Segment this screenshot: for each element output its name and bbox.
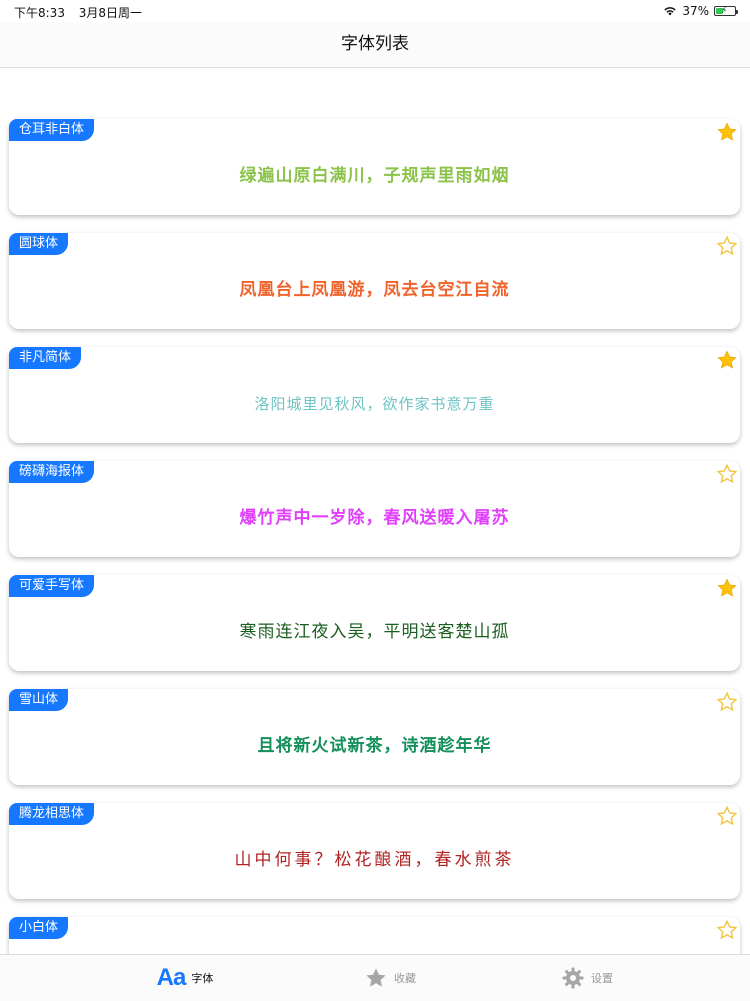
font-name-tag: 小白体 xyxy=(9,917,69,939)
font-card[interactable]: 腾龙相思体 山中何事？松花酿酒，春水煎茶 xyxy=(9,803,740,899)
tab-settings-label: 设置 xyxy=(591,972,613,985)
font-name-tag: 雪山体 xyxy=(9,689,69,711)
font-name-tag: 仓耳非白体 xyxy=(9,119,95,141)
font-card[interactable]: 非凡简体 洛阳城里见秋风，欲作家书意万重 xyxy=(9,347,740,443)
tab-settings[interactable]: 设置 xyxy=(542,955,632,1001)
tab-favorites[interactable]: 收藏 xyxy=(345,955,435,1001)
star-icon xyxy=(366,968,386,987)
font-sample-text: 洛阳城里见秋风，欲作家书意万重 xyxy=(254,395,495,413)
font-sample-text: 寒雨连江夜入吴，平明送客楚山孤 xyxy=(239,622,510,642)
nav-bar: 字体列表 xyxy=(0,22,750,68)
star-outline-icon[interactable] xyxy=(716,691,738,713)
font-sample-text: 山中何事？松花酿酒，春水煎茶 xyxy=(234,850,515,870)
star-outline-icon[interactable] xyxy=(716,463,738,485)
font-name-tag: 腾龙相思体 xyxy=(9,803,95,825)
star-filled-icon[interactable] xyxy=(716,349,738,371)
font-sample-text: 绿遍山原白满川，子规声里雨如烟 xyxy=(239,166,510,186)
font-name-tag: 非凡简体 xyxy=(9,347,82,369)
font-sample-text: 凤凰台上凤凰游，凤去台空江自流 xyxy=(239,280,510,300)
font-name-tag: 圆球体 xyxy=(9,233,69,255)
status-bar: 下午8:33 3月8日周一 37% ⚡ xyxy=(0,0,750,22)
font-sample-text: 且将新火试新茶，诗酒趁年华 xyxy=(257,736,492,756)
font-name-tag: 磅礴海报体 xyxy=(9,461,95,483)
font-card[interactable]: 圆球体 凤凰台上凤凰游，凤去台空江自流 xyxy=(9,233,740,329)
star-outline-icon[interactable] xyxy=(716,919,738,941)
font-card[interactable]: 仓耳非白体 绿遍山原白满川，子规声里雨如烟 xyxy=(9,119,740,215)
page-title: 字体列表 xyxy=(341,34,409,54)
star-outline-icon[interactable] xyxy=(716,805,738,827)
battery-percent: 37% xyxy=(682,4,709,18)
font-card[interactable]: 小白体 xyxy=(9,917,740,954)
font-name-tag: 可爱手写体 xyxy=(9,575,95,597)
tab-bar: Aa 字体 收藏 设置 xyxy=(0,954,750,1001)
font-card[interactable]: 雪山体 且将新火试新茶，诗酒趁年华 xyxy=(9,689,740,785)
font-aa-icon: Aa xyxy=(156,964,187,991)
tab-favorites-label: 收藏 xyxy=(394,972,416,985)
font-card[interactable]: 磅礴海报体 爆竹声中一岁除，春风送暖入屠苏 xyxy=(9,461,740,557)
font-sample-text: 爆竹声中一岁除，春风送暖入屠苏 xyxy=(239,508,510,528)
wifi-icon xyxy=(664,7,677,16)
font-card[interactable]: 可爱手写体 寒雨连江夜入吴，平明送客楚山孤 xyxy=(9,575,740,671)
star-outline-icon[interactable] xyxy=(716,235,738,257)
status-date: 3月8日周一 xyxy=(78,6,143,20)
tab-fonts[interactable]: Aa 字体 xyxy=(140,955,230,1001)
status-time: 下午8:33 xyxy=(14,6,65,20)
gear-icon xyxy=(562,967,584,989)
star-filled-icon[interactable] xyxy=(716,577,738,599)
tab-fonts-label: 字体 xyxy=(191,972,214,985)
font-list[interactable]: 仓耳非白体 绿遍山原白满川，子规声里雨如烟 圆球体 凤凰台上凤凰游，凤去台空江自… xyxy=(0,68,750,954)
star-filled-icon[interactable] xyxy=(716,121,738,143)
battery-icon: ⚡ xyxy=(714,6,738,16)
